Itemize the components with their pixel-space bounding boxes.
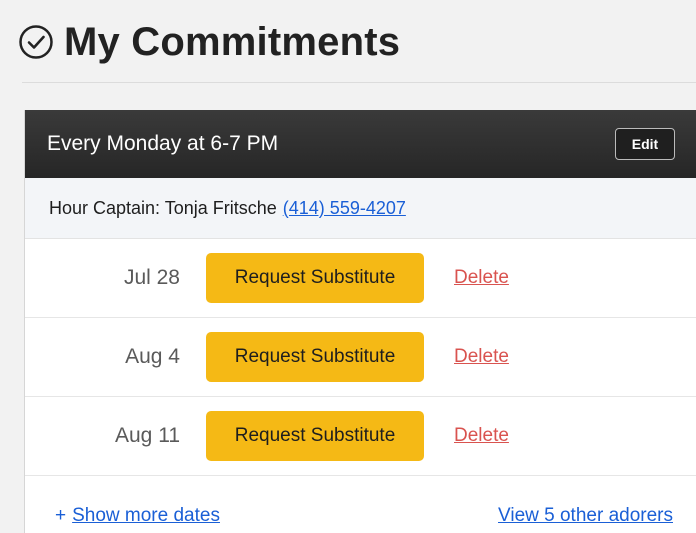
page-title: My Commitments: [64, 19, 401, 64]
commitment-card-header: Every Monday at 6-7 PM Edit: [25, 110, 696, 178]
hour-captain-row: Hour Captain: Tonja Fritsche (414) 559-4…: [25, 178, 696, 239]
commitment-date-row: Aug 4 Request Substitute Delete: [25, 318, 696, 397]
page-header: My Commitments: [18, 12, 696, 72]
commitment-date: Aug 11: [115, 424, 180, 447]
commitment-card-footer: + Show more dates View 5 other adorers: [25, 476, 696, 533]
hour-captain-label: Hour Captain: Tonja Fritsche: [49, 197, 277, 218]
request-substitute-button[interactable]: Request Substitute: [206, 253, 424, 303]
check-circle-icon: [18, 24, 54, 60]
commitment-date-row: Jul 28 Request Substitute Delete: [25, 239, 696, 318]
commitment-date-row: Aug 11 Request Substitute Delete: [25, 397, 696, 476]
show-more-dates-link[interactable]: + Show more dates: [55, 505, 220, 527]
show-more-dates-label: Show more dates: [72, 505, 220, 526]
hour-captain-phone-link[interactable]: (414) 559-4207: [283, 198, 406, 219]
edit-button[interactable]: Edit: [615, 128, 675, 160]
commitment-date: Aug 4: [125, 345, 180, 368]
commitment-card: Every Monday at 6-7 PM Edit Hour Captain…: [24, 110, 696, 533]
delete-link[interactable]: Delete: [454, 267, 509, 289]
request-substitute-button[interactable]: Request Substitute: [206, 411, 424, 461]
page: My Commitments Every Monday at 6-7 PM Ed…: [0, 0, 696, 533]
commitment-date: Jul 28: [123, 266, 180, 289]
request-substitute-button[interactable]: Request Substitute: [206, 332, 424, 382]
delete-link[interactable]: Delete: [454, 346, 509, 368]
header-divider: [22, 82, 696, 83]
delete-link[interactable]: Delete: [454, 425, 509, 447]
commitment-schedule: Every Monday at 6-7 PM: [47, 132, 279, 155]
plus-icon: +: [55, 505, 67, 526]
view-other-adorers-link[interactable]: View 5 other adorers: [498, 505, 673, 527]
